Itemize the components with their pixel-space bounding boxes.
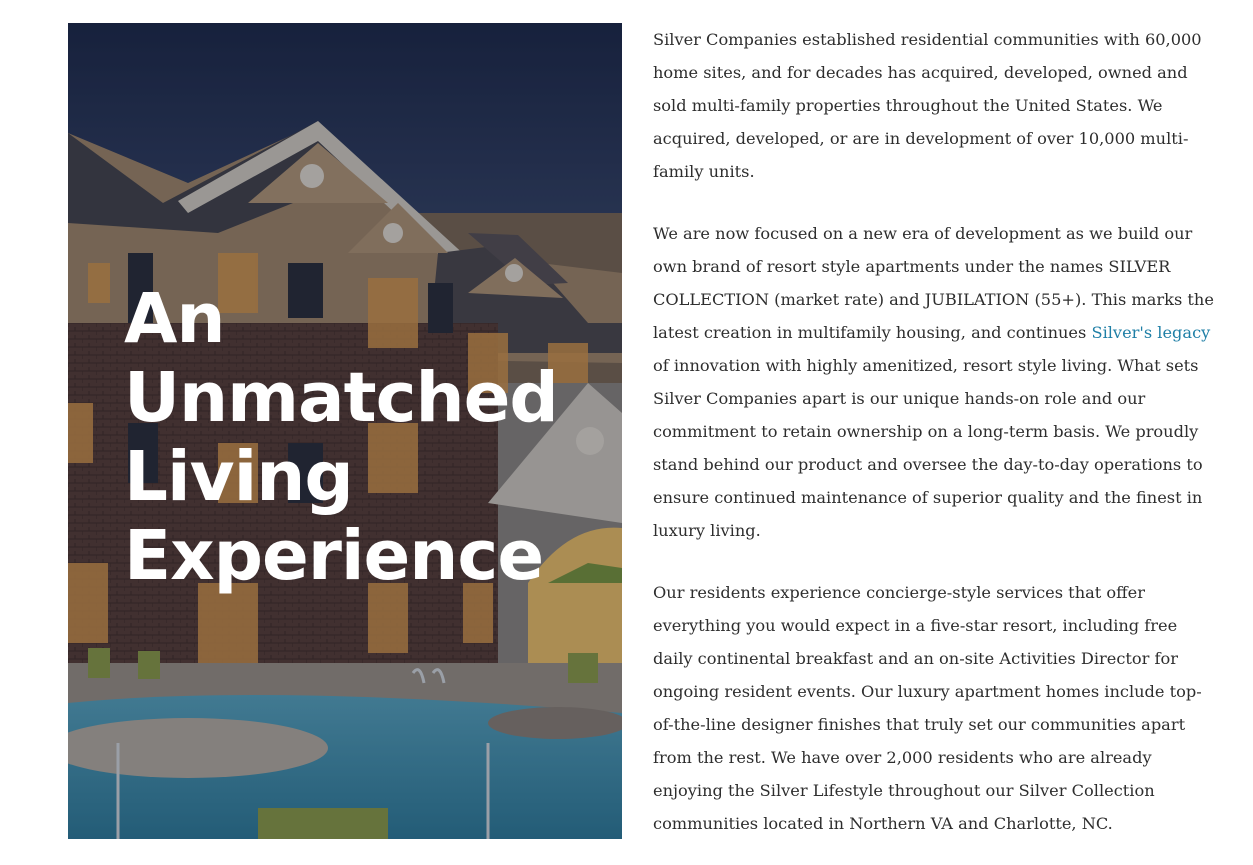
text-line: from the rest. We have over 2,000 reside…	[653, 748, 1152, 767]
hero-heading-line: An	[124, 279, 226, 359]
text-line: stand behind our product and oversee the…	[653, 455, 1203, 474]
hero-heading: An Unmatched Living Experience	[124, 279, 559, 596]
text-line: sold multi-family properties throughout …	[653, 96, 1163, 115]
text-line: of innovation with highly amenitized, re…	[653, 356, 1199, 375]
text-line: COLLECTION (market rate) and JUBILATION …	[653, 290, 1214, 309]
text-line: Silver Companies apart is our unique han…	[653, 389, 1146, 408]
text-line: acquired, developed, or are in developme…	[653, 129, 1189, 148]
paragraph-history: Silver Companies established residential…	[653, 23, 1213, 188]
text-line: luxury living.	[653, 521, 761, 540]
text-line: own brand of resort style apartments und…	[653, 257, 1171, 276]
text-line: daily continental breakfast and an on-si…	[653, 649, 1179, 668]
hero-heading-line: Experience	[124, 516, 544, 596]
text-line: of-the-line designer finishes that truly…	[653, 715, 1186, 734]
about-text-column: Silver Companies established residential…	[653, 23, 1214, 865]
text-line: family units.	[653, 162, 755, 181]
hero-heading-line: Living	[124, 437, 354, 517]
page: An Unmatched Living Experience Silver Co…	[0, 0, 1253, 865]
text-line: Silver Companies established residential…	[653, 30, 1202, 49]
text-line: Our residents experience concierge-style…	[653, 583, 1145, 602]
text-line: We are now focused on a new era of devel…	[653, 224, 1193, 243]
text-line: home sites, and for decades has acquired…	[653, 63, 1188, 82]
text-line: enjoying the Silver Lifestyle throughout…	[653, 781, 1155, 800]
text-line-with-link: latest creation in multifamily housing, …	[653, 316, 1213, 349]
text-line: everything you would expect in a five-st…	[653, 616, 1178, 635]
hero-image-panel: An Unmatched Living Experience	[68, 23, 622, 839]
hero-heading-line: Unmatched	[124, 358, 559, 438]
text-line: communities located in Northern VA and C…	[653, 814, 1113, 833]
paragraph-resident-services: Our residents experience concierge-style…	[653, 576, 1213, 840]
text-segment: latest creation in multifamily housing, …	[653, 323, 1092, 342]
text-line: ongoing resident events. Our luxury apar…	[653, 682, 1202, 701]
text-line: ensure continued maintenance of superior…	[653, 488, 1203, 507]
paragraph-new-era: We are now focused on a new era of devel…	[653, 217, 1214, 547]
silvers-legacy-link[interactable]: Silver's legacy	[1091, 323, 1210, 342]
text-line: commitment to retain ownership on a long…	[653, 422, 1199, 441]
